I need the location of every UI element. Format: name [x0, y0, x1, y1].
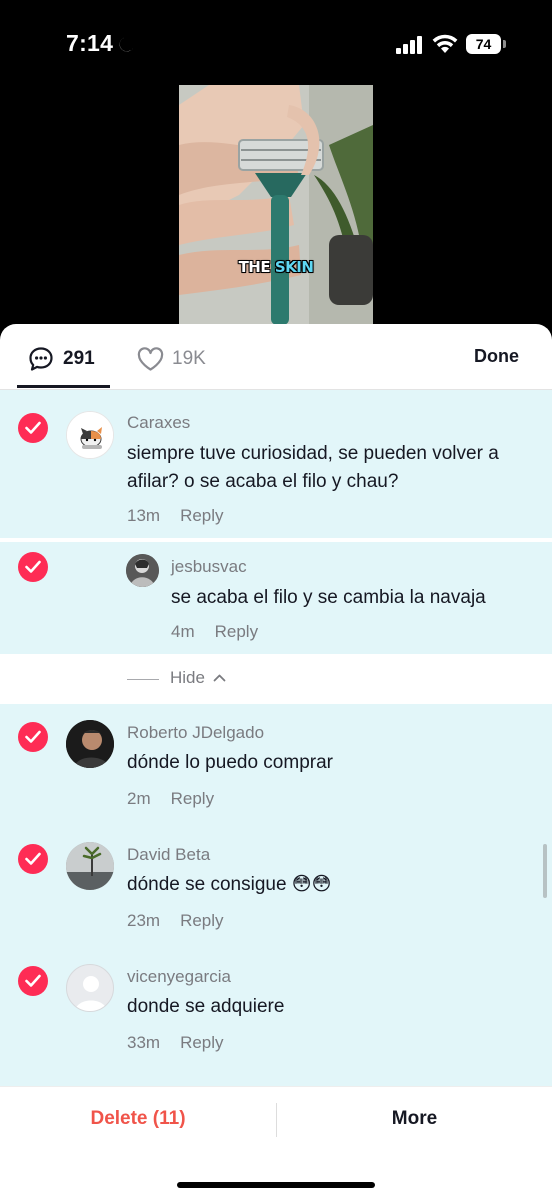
delete-button[interactable]: Delete (11)	[0, 1087, 276, 1151]
comments-tabbar: 291 19K Done	[0, 324, 552, 390]
selected-checkbox[interactable]	[18, 844, 48, 874]
comment-time: 13m	[127, 506, 161, 525]
checkmark-icon	[25, 852, 41, 865]
likes-count: 19K	[172, 348, 206, 369]
caption-word: THE	[238, 258, 271, 276]
default-avatar[interactable]	[66, 964, 114, 1012]
heart-icon	[137, 346, 164, 371]
selected-checkbox[interactable]	[18, 966, 48, 996]
avatar[interactable]	[66, 842, 114, 890]
comment-username[interactable]: Caraxes	[127, 413, 190, 433]
comments-count: 291	[63, 348, 95, 369]
selected-checkbox[interactable]	[18, 413, 48, 443]
reply-button[interactable]: Reply	[180, 911, 223, 930]
status-bar: 7:14 74	[0, 0, 552, 86]
wifi-icon	[432, 34, 458, 53]
comment-meta: 33m Reply	[127, 1033, 224, 1053]
user-silhouette-icon	[75, 976, 107, 1011]
checkmark-icon	[25, 421, 41, 434]
avatar-photo-image	[126, 554, 159, 587]
comment-username[interactable]: jesbusvac	[171, 557, 247, 577]
comment-meta: 2m Reply	[127, 789, 214, 809]
reply-button[interactable]: Reply	[180, 1033, 223, 1052]
comment-username[interactable]: David Beta	[127, 845, 210, 865]
comment-item[interactable]: David Beta dónde se consigue 😳😳 23m Reply	[0, 826, 552, 948]
caption-accent-word: SKIN	[274, 258, 314, 276]
hide-replies-button[interactable]: Hide	[170, 668, 205, 688]
hide-replies-row[interactable]: Hide	[0, 654, 552, 704]
reply-button[interactable]: Reply	[171, 789, 214, 808]
done-button[interactable]: Done	[474, 346, 519, 367]
comment-time: 4m	[171, 622, 195, 641]
video-caption: THE SKIN	[179, 258, 373, 276]
cellular-signal-icon	[396, 36, 422, 54]
more-button[interactable]: More	[277, 1087, 552, 1151]
reply-button[interactable]: Reply	[180, 506, 223, 525]
home-indicator[interactable]	[177, 1182, 375, 1188]
status-time: 7:14	[66, 30, 114, 56]
divider-line	[127, 679, 159, 680]
comment-username[interactable]: vicenyegarcia	[127, 967, 231, 987]
reply-button[interactable]: Reply	[215, 622, 258, 641]
selected-checkbox[interactable]	[18, 722, 48, 752]
scrollbar[interactable]	[543, 844, 547, 898]
reply-item[interactable]: jesbusvac se acaba el filo y se cambia l…	[0, 542, 552, 654]
tab-comments[interactable]: 291	[28, 346, 95, 372]
comment-time: 2m	[127, 789, 151, 808]
comment-meta: 13m Reply	[127, 506, 224, 526]
battery-level: 74	[466, 34, 501, 54]
chevron-up-icon	[213, 674, 226, 682]
video-preview[interactable]: THE SKIN	[179, 85, 373, 330]
active-tab-indicator	[17, 385, 110, 388]
comment-meta: 23m Reply	[127, 911, 224, 931]
comments-sheet: 291 19K Done Caraxes siempre tuve curios…	[0, 324, 552, 1200]
battery-icon: 74	[466, 34, 506, 54]
comment-item[interactable]: Roberto JDelgado dónde lo puedo comprar …	[0, 704, 552, 826]
comment-item[interactable]: vicenyegarcia donde se adquiere 33m Reply	[0, 948, 552, 1086]
avatar-photo-image	[66, 720, 114, 768]
avatar[interactable]	[126, 554, 159, 587]
comment-text: siempre tuve curiosidad, se pueden volve…	[127, 443, 499, 492]
checkmark-icon	[25, 730, 41, 743]
checkmark-icon	[25, 974, 41, 987]
comment-meta: 4m Reply	[171, 622, 258, 642]
video-frame-image	[179, 85, 373, 330]
avatar-photo-image	[66, 842, 114, 890]
tab-likes[interactable]: 19K	[137, 346, 206, 372]
comment-text: dónde se consigue 😳😳	[127, 874, 332, 895]
avatar[interactable]	[66, 720, 114, 768]
checkmark-icon	[25, 560, 41, 573]
comment-text: dónde lo puedo comprar	[127, 752, 333, 773]
comment-username[interactable]: Roberto JDelgado	[127, 723, 264, 743]
selected-checkbox[interactable]	[18, 552, 48, 582]
comment-item[interactable]: Caraxes siempre tuve curiosidad, se pued…	[0, 390, 552, 538]
avatar-cat-image	[67, 412, 113, 458]
comment-time: 23m	[127, 911, 161, 930]
moon-icon	[119, 37, 134, 52]
comment-text: se acaba el filo y se cambia la navaja	[171, 587, 486, 608]
comment-bubble-icon	[29, 347, 53, 371]
comment-time: 33m	[127, 1033, 161, 1052]
comment-text: donde se adquiere	[127, 996, 285, 1017]
avatar[interactable]	[66, 411, 114, 459]
